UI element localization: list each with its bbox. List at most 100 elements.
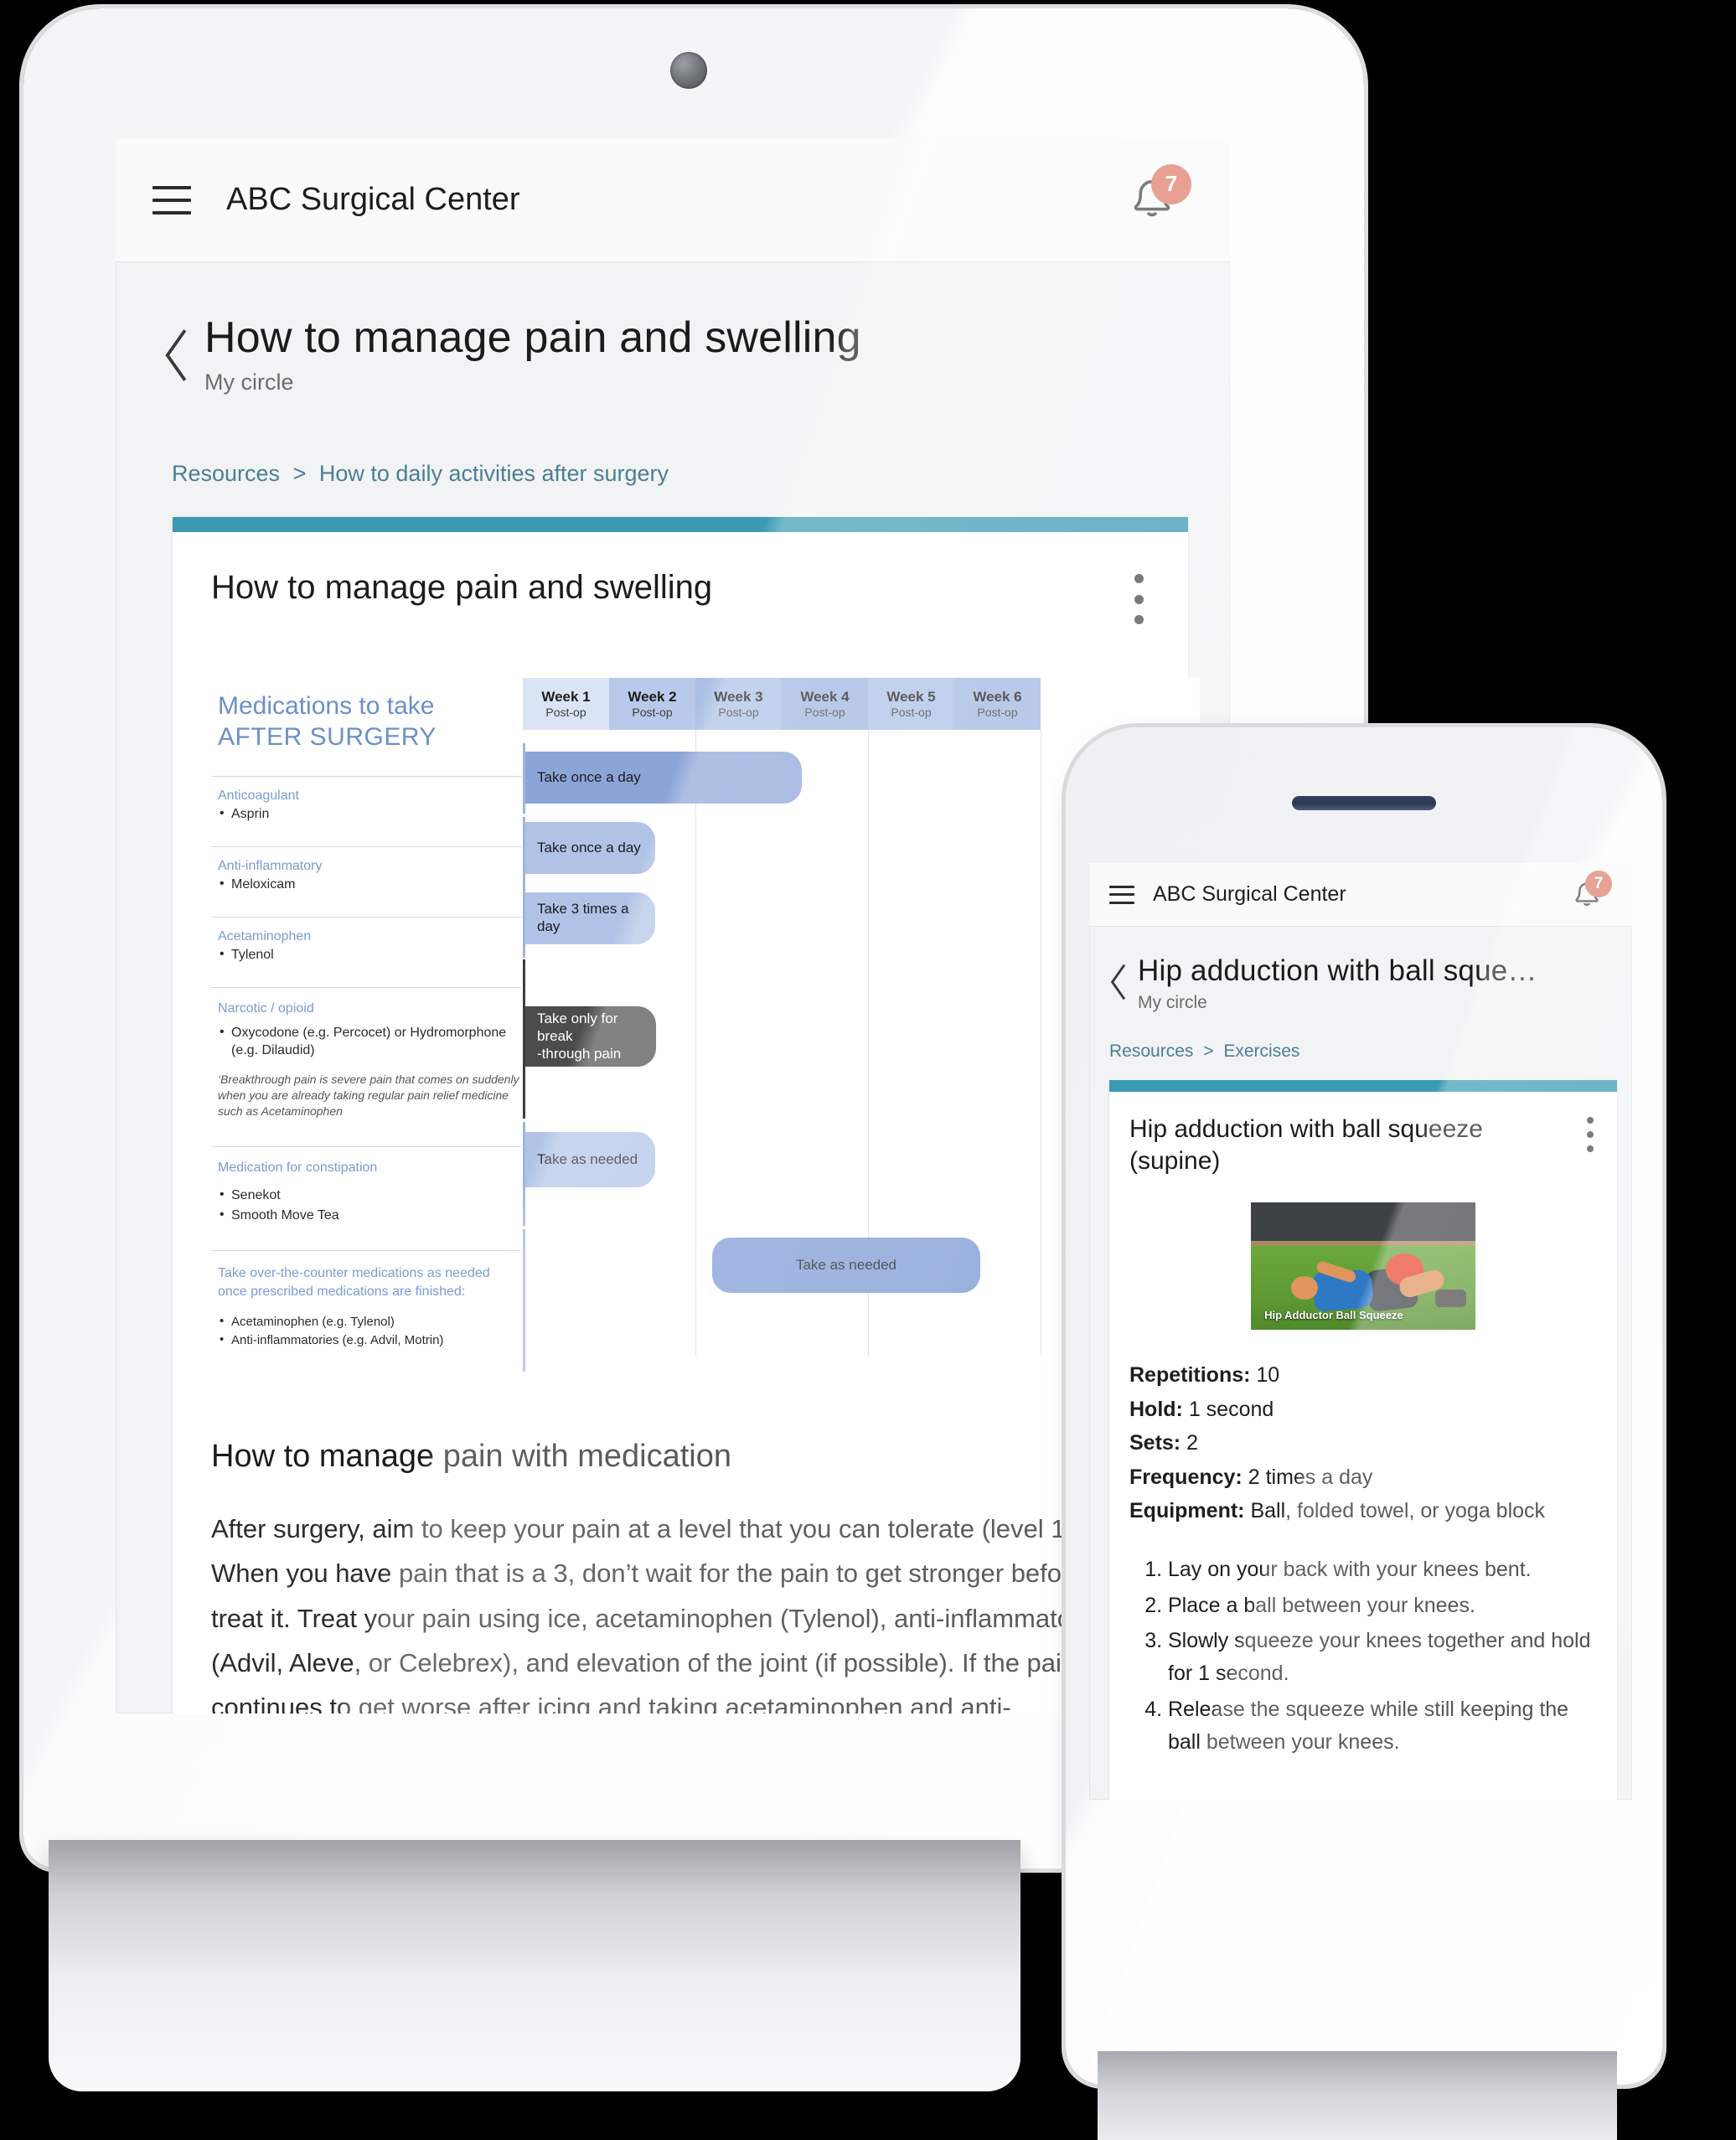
week-sub: Post-op xyxy=(545,706,586,720)
card-accent-bar xyxy=(173,517,1188,533)
table-row: Anticoagulant Asprin xyxy=(211,776,521,846)
card-header: How to manage pain and swelling xyxy=(173,532,1188,625)
meta-row: Frequency: 2 times a day xyxy=(1129,1460,1599,1495)
exercise-steps-list: Lay on your back with your knees bent. P… xyxy=(1168,1553,1597,1759)
breadcrumb-root[interactable]: Resources xyxy=(1109,1042,1193,1061)
schedule-bar: Take once a day xyxy=(525,822,655,875)
back-chevron-icon[interactable] xyxy=(1109,962,1129,1002)
figure-title: Medications to take AFTER SURGERY xyxy=(211,678,521,776)
kebab-menu-icon[interactable] xyxy=(1124,574,1153,625)
card-header: Hip adduction with ball squeeze (supine) xyxy=(1109,1092,1617,1178)
breadcrumb-separator: > xyxy=(292,461,307,487)
card-title: Hip adduction with ball squeeze (supine) xyxy=(1129,1114,1483,1175)
bar-label: Take 3 times a day xyxy=(537,901,629,935)
phone-device: ABC Surgical Center 7 Hip adduction with… xyxy=(1066,727,1662,2085)
thumbnail-caption: Hip Adductor Ball Squeeze xyxy=(1264,1308,1403,1321)
meta-row: Equipment: Ball, folded towel, or yoga b… xyxy=(1129,1494,1599,1528)
notifications-button[interactable]: 7 xyxy=(1567,870,1612,918)
table-row: Medication for constipation Senekot Smoo… xyxy=(211,1146,521,1250)
org-name: ABC Surgical Center xyxy=(226,182,520,217)
back-chevron-icon[interactable] xyxy=(163,326,193,385)
schedule-bar: Take as needed xyxy=(712,1238,980,1294)
week-sub: Post-op xyxy=(718,706,759,720)
tablet-screen: ABC Surgical Center 7 How to manage pain… xyxy=(116,138,1230,1714)
notifications-button[interactable]: 7 xyxy=(1121,163,1193,236)
row-category: Acetaminophen xyxy=(218,929,312,944)
figure-title-line1: Medications to take xyxy=(218,692,435,721)
row-item: Smooth Move Tea xyxy=(218,1205,521,1225)
row-category: Anticoagulant xyxy=(218,788,299,804)
week-label: Week 4 xyxy=(800,689,850,706)
week-label: Week 1 xyxy=(541,689,591,706)
row-note: ‘Breakthrough pain is severe pain that c… xyxy=(218,1072,519,1118)
exercise-meta-list: Repetitions: 10 Hold: 1 second Sets: 2 F… xyxy=(1129,1358,1599,1528)
list-item: Release the squeeze while still keeping … xyxy=(1168,1693,1597,1759)
row-category: Anti-inflammatory xyxy=(218,859,323,874)
kebab-menu-icon[interactable] xyxy=(1580,1116,1600,1152)
card-title: How to manage pain and swelling xyxy=(211,569,713,607)
week-header-cell: Week 2 Post-op xyxy=(609,678,695,731)
medication-schedule-figure: Medications to take AFTER SURGERY Antico… xyxy=(211,678,1200,1393)
meta-label: Repetitions: xyxy=(1129,1363,1251,1388)
phone-screen: ABC Surgical Center 7 Hip adduction with… xyxy=(1089,863,1632,1800)
phone-speaker-icon xyxy=(1292,796,1436,810)
video-note: For a video demonstration, see https://w… xyxy=(1129,1795,1597,1800)
exercise-image-wrap: Hip Adductor Ball Squeeze xyxy=(1109,1202,1617,1331)
meta-label: Equipment: xyxy=(1129,1499,1245,1523)
table-row: Acetaminophen Tylenol xyxy=(211,917,521,987)
meta-value: 2 times a day xyxy=(1248,1465,1373,1489)
list-item: Slowly squeeze your knees together and h… xyxy=(1168,1625,1597,1690)
row-item: Acetaminophen (e.g. Tylenol) xyxy=(218,1312,521,1332)
tablet-page-header: How to manage pain and swelling My circl… xyxy=(116,262,1230,395)
schedule-bar: Take as needed xyxy=(525,1132,655,1188)
row-start-marker xyxy=(523,1229,525,1372)
grid-line xyxy=(695,730,696,1357)
meta-label: Hold: xyxy=(1129,1397,1183,1421)
table-row: Anti-inflammatory Meloxicam xyxy=(211,846,521,917)
breadcrumb-current[interactable]: How to daily activities after surgery xyxy=(319,461,669,486)
row-item: Oxycodone (e.g. Percocet) or Hydromorpho… xyxy=(218,1024,521,1060)
table-row: Narcotic / opioid Oxycodone (e.g. Percoc… xyxy=(211,987,521,1146)
tablet-camera-icon xyxy=(670,52,707,89)
week-header-cell: Week 1 Post-op xyxy=(523,678,609,731)
meta-value: 10 xyxy=(1256,1363,1280,1388)
breadcrumb: Resources > How to daily activities afte… xyxy=(172,461,1230,487)
page-title: How to manage pain and swelling xyxy=(204,313,861,362)
phone-stand xyxy=(1098,2051,1617,2140)
hamburger-menu-icon[interactable] xyxy=(152,185,191,215)
schedule-bar: Take 3 times a day xyxy=(525,892,655,945)
row-category: Narcotic / opioid xyxy=(218,1001,314,1016)
meta-value: 2 xyxy=(1186,1431,1198,1455)
card-accent-bar xyxy=(1109,1079,1617,1092)
row-category: Medication for constipation xyxy=(218,1160,378,1176)
phone-page-header: Hip adduction with ball sque… My circle xyxy=(1089,927,1632,1013)
medication-label-column: Medications to take AFTER SURGERY Antico… xyxy=(211,678,521,1393)
week-header-cell: Week 3 Post-op xyxy=(695,678,782,731)
bar-label: Take as needed xyxy=(795,1256,897,1273)
notification-badge: 7 xyxy=(1585,870,1612,897)
row-category: Take over-the-counter medications as nee… xyxy=(218,1266,490,1299)
notification-badge: 7 xyxy=(1151,163,1191,204)
breadcrumb-root[interactable]: Resources xyxy=(172,461,280,486)
row-item: Meloxicam xyxy=(218,876,521,892)
meta-value: Ball, folded towel, or yoga block xyxy=(1250,1499,1546,1523)
week-sub: Post-op xyxy=(804,706,845,720)
table-row: Take over-the-counter medications as nee… xyxy=(211,1250,521,1393)
list-item: Lay on your back with your knees bent. xyxy=(1168,1553,1597,1586)
week-label: Week 6 xyxy=(973,689,1022,706)
exercise-thumbnail-image[interactable]: Hip Adductor Ball Squeeze xyxy=(1251,1202,1475,1331)
hamburger-menu-icon[interactable] xyxy=(1109,885,1134,904)
exercise-card: Hip adduction with ball squeeze (supine)… xyxy=(1109,1079,1617,1800)
phone-appbar: ABC Surgical Center 7 xyxy=(1089,863,1632,927)
figure-title-line2: AFTER SURGERY xyxy=(218,722,437,751)
resource-card: How to manage pain and swelling Medicati… xyxy=(173,517,1200,1714)
meta-row: Hold: 1 second xyxy=(1129,1393,1599,1427)
meta-row: Sets: 2 xyxy=(1129,1426,1599,1460)
list-item: Place a ball between your knees. xyxy=(1168,1589,1597,1622)
breadcrumb-current[interactable]: Exercises xyxy=(1223,1042,1299,1061)
week-label: Week 2 xyxy=(628,689,677,706)
screenshot-stage: ABC Surgical Center 7 How to manage pain… xyxy=(0,0,1736,2140)
bar-label: Take only for break -through pain xyxy=(537,1011,622,1062)
meta-label: Frequency: xyxy=(1129,1465,1243,1489)
week-sub: Post-op xyxy=(891,706,932,720)
